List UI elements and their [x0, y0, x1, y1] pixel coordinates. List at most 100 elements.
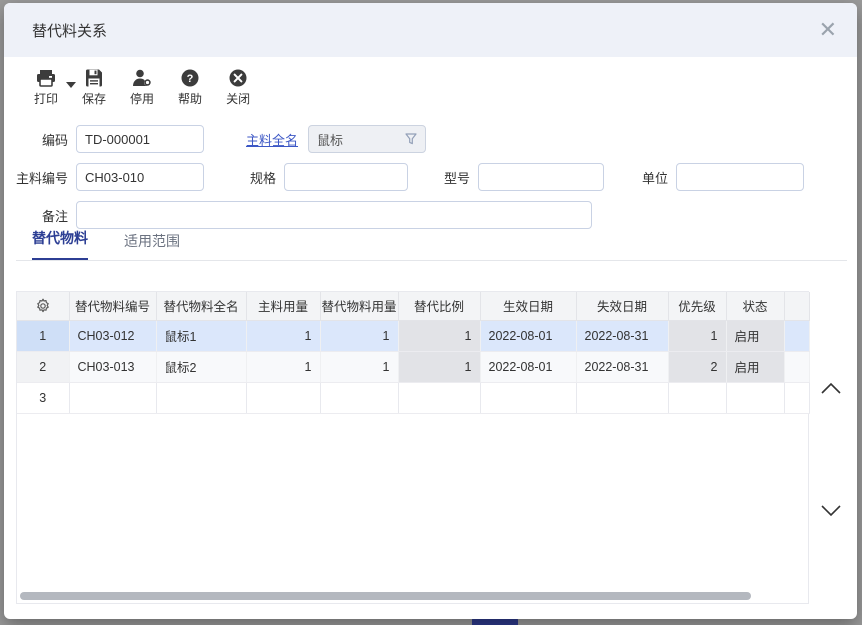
main-code-label: 主料编号	[4, 168, 68, 187]
print-button[interactable]: 打印	[34, 69, 58, 107]
cell-empty	[784, 351, 809, 382]
spec-label: 规格	[220, 168, 276, 187]
cell-ratio: 1	[398, 351, 480, 382]
col-header-ratio[interactable]: 替代比例	[398, 292, 480, 320]
filter-funnel-icon[interactable]	[405, 133, 417, 145]
move-row-up-button[interactable]	[818, 378, 844, 400]
col-header-sub-name[interactable]: 替代物料全名	[156, 292, 246, 320]
col-header-end-date[interactable]: 失效日期	[576, 292, 668, 320]
cell-sub-name[interactable]: 鼠标1	[156, 320, 246, 351]
help-button[interactable]: ? 帮助	[178, 69, 202, 107]
unit-input[interactable]	[676, 163, 804, 191]
close-label: 关闭	[226, 90, 250, 107]
tab-separator	[16, 260, 847, 261]
printer-icon	[36, 69, 56, 87]
tab-substitute-materials[interactable]: 替代物料	[32, 228, 88, 261]
cell-start-date[interactable]: 2022-08-01	[480, 320, 576, 351]
row-number: 2	[17, 351, 69, 382]
print-dropdown-button[interactable]	[66, 75, 76, 93]
tab-applicable-scope[interactable]: 适用范围	[124, 231, 180, 261]
cell-end-date[interactable]	[576, 382, 668, 413]
close-circle-icon	[229, 69, 247, 87]
code-input[interactable]	[76, 125, 204, 153]
col-header-sub-code[interactable]: 替代物料编号	[69, 292, 156, 320]
cell-sub-code[interactable]	[69, 382, 156, 413]
main-code-input[interactable]	[76, 163, 204, 191]
dialog-close-icon[interactable]: ✕	[819, 19, 837, 41]
dialog-header: 替代料关系 ✕	[4, 3, 857, 57]
col-header-priority[interactable]: 优先级	[668, 292, 726, 320]
cell-sub-code[interactable]: CH03-013	[69, 351, 156, 382]
cell-sub-name[interactable]: 鼠标2	[156, 351, 246, 382]
unit-label: 单位	[616, 168, 668, 187]
row-number: 3	[17, 382, 69, 413]
chevron-up-icon	[818, 378, 844, 400]
close-button[interactable]: 关闭	[226, 69, 250, 107]
cell-priority[interactable]	[668, 382, 726, 413]
substitute-material-dialog: 替代料关系 ✕ 打印	[4, 3, 857, 619]
model-label: 型号	[418, 168, 470, 187]
svg-text:?: ?	[187, 73, 194, 85]
col-header-start-date[interactable]: 生效日期	[480, 292, 576, 320]
cell-priority: 1	[668, 320, 726, 351]
cell-main-qty[interactable]: 1	[246, 351, 320, 382]
gear-icon	[35, 298, 51, 314]
cell-status: 启用	[726, 320, 784, 351]
substitute-grid: 替代物料编号 替代物料全名 主料用量 替代物料用量 替代比例 生效日期 失效日期…	[16, 291, 809, 604]
user-disable-icon	[132, 69, 152, 87]
tab-bar: 替代物料 适用范围	[4, 229, 857, 261]
help-question-icon: ?	[181, 69, 199, 87]
dialog-title: 替代料关系	[32, 20, 107, 41]
table-row[interactable]: 1 CH03-012 鼠标1 1 1 1 2022-08-01 2022-08-…	[17, 320, 809, 351]
main-name-link[interactable]: 主料全名	[246, 130, 298, 149]
cell-start-date[interactable]	[480, 382, 576, 413]
table-new-row[interactable]: 3	[17, 382, 809, 413]
table-row[interactable]: 2 CH03-013 鼠标2 1 1 1 2022-08-01 2022-08-…	[17, 351, 809, 382]
row-number: 1	[17, 320, 69, 351]
scrollbar-thumb[interactable]	[20, 592, 751, 600]
code-label: 编码	[4, 130, 68, 149]
cell-main-qty[interactable]: 1	[246, 320, 320, 351]
cell-sub-qty[interactable]: 1	[320, 351, 398, 382]
remark-input[interactable]	[76, 201, 592, 229]
chevron-down-icon	[818, 499, 844, 521]
cell-empty	[784, 382, 809, 413]
save-button[interactable]: 保存	[82, 69, 106, 107]
cell-empty	[784, 320, 809, 351]
cell-end-date[interactable]: 2022-08-31	[576, 320, 668, 351]
substitute-table: 替代物料编号 替代物料全名 主料用量 替代物料用量 替代比例 生效日期 失效日期…	[17, 292, 810, 414]
spec-input[interactable]	[284, 163, 408, 191]
col-header-main-qty[interactable]: 主料用量	[246, 292, 320, 320]
main-name-field: 鼠标	[308, 125, 426, 153]
cell-end-date[interactable]: 2022-08-31	[576, 351, 668, 382]
move-row-down-button[interactable]	[818, 499, 844, 521]
table-header-row: 替代物料编号 替代物料全名 主料用量 替代物料用量 替代比例 生效日期 失效日期…	[17, 292, 809, 320]
cell-sub-qty[interactable]: 1	[320, 320, 398, 351]
cell-sub-name[interactable]	[156, 382, 246, 413]
cell-priority: 2	[668, 351, 726, 382]
column-settings-button[interactable]	[17, 292, 69, 320]
horizontal-scrollbar[interactable]	[18, 591, 807, 601]
disable-label: 停用	[130, 90, 154, 107]
print-label: 打印	[34, 90, 58, 107]
floppy-save-icon	[85, 69, 103, 87]
help-label: 帮助	[178, 90, 202, 107]
col-header-sub-qty[interactable]: 替代物料用量	[320, 292, 398, 320]
cell-ratio: 1	[398, 320, 480, 351]
model-input[interactable]	[478, 163, 604, 191]
cell-ratio[interactable]	[398, 382, 480, 413]
toolbar: 打印 保存 停用	[4, 57, 857, 109]
cell-status: 启用	[726, 351, 784, 382]
save-label: 保存	[82, 90, 106, 107]
form-area: 编码 主料全名 鼠标 主料编号 规格 型号 单位 备注	[4, 109, 857, 229]
cell-main-qty[interactable]	[246, 382, 320, 413]
cell-status[interactable]	[726, 382, 784, 413]
cell-start-date[interactable]: 2022-08-01	[480, 351, 576, 382]
col-header-status[interactable]: 状态	[726, 292, 784, 320]
cell-sub-code[interactable]: CH03-012	[69, 320, 156, 351]
caret-down-icon	[66, 82, 76, 88]
remark-label: 备注	[4, 206, 68, 225]
disable-button[interactable]: 停用	[130, 69, 154, 107]
cell-sub-qty[interactable]	[320, 382, 398, 413]
col-header-empty	[784, 292, 809, 320]
